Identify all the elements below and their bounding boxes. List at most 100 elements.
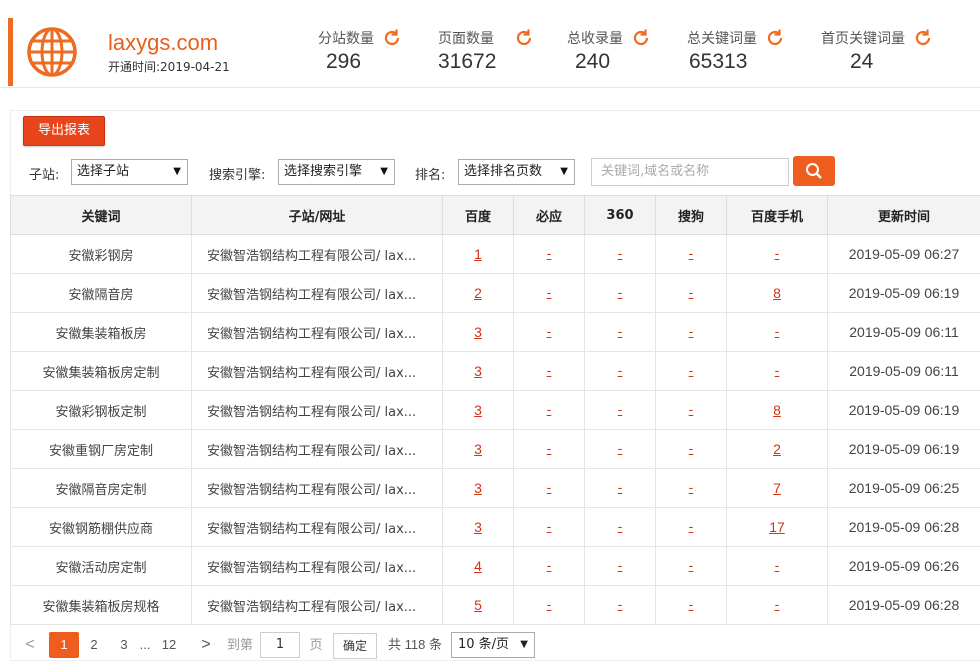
substation-select[interactable]: 选择子站 ▼: [71, 159, 188, 185]
stat-value: 240: [575, 50, 611, 73]
table-row: 安徽彩钢房 安徽智浩钢结构工程有限公司/ lax... 1 - - - - 2019-05-0…: [10, 234, 980, 274]
site-cell: 安徽智浩钢结构工程有限公司/ lax...: [191, 585, 443, 625]
rank-360-link[interactable]: -: [618, 559, 623, 574]
sogou-rank-link[interactable]: -: [689, 286, 694, 301]
caret-down-icon: ▼: [520, 639, 528, 650]
next-page-button[interactable]: >: [198, 632, 214, 658]
bing-rank-link[interactable]: -: [547, 364, 552, 379]
bing-rank-link[interactable]: -: [547, 442, 552, 457]
goto-page-input[interactable]: 1: [260, 632, 300, 658]
rank-select[interactable]: 选择排名页数 ▼: [458, 159, 575, 185]
page-3-button[interactable]: 3: [114, 632, 134, 658]
bing-rank-link[interactable]: -: [547, 286, 552, 301]
bing-rank-link[interactable]: -: [547, 247, 552, 262]
table-row: 安徽集装箱板房定制 安徽智浩钢结构工程有限公司/ lax... 3 - - - - 2019-…: [10, 351, 980, 391]
site-cell: 安徽智浩钢结构工程有限公司/ lax...: [191, 507, 443, 547]
refresh-icon[interactable]: [765, 28, 785, 48]
refresh-icon[interactable]: [514, 28, 534, 48]
baidu-rank-cell: 2: [442, 273, 514, 313]
refresh-icon[interactable]: [382, 28, 402, 48]
stat-value: 24: [850, 50, 874, 73]
baidu-mobile-rank-link[interactable]: -: [775, 598, 780, 613]
rank-360-link[interactable]: -: [618, 286, 623, 301]
rank-360-link[interactable]: -: [618, 481, 623, 496]
stat-label: 页面数量: [438, 31, 494, 47]
baidu-rank-link[interactable]: 2: [474, 285, 482, 301]
site-cell: 安徽智浩钢结构工程有限公司/ lax...: [191, 234, 443, 274]
pager-ellipsis: ...: [139, 637, 151, 652]
page-1-button[interactable]: 1: [49, 632, 79, 658]
sogou-rank-link[interactable]: -: [689, 520, 694, 535]
site-header: laxygs.com 开通时间:2019-04-21 分站数量 296 页面数量…: [0, 0, 980, 88]
rank-360-link[interactable]: -: [618, 403, 623, 418]
bing-rank-link[interactable]: -: [547, 403, 552, 418]
page-size-select[interactable]: 10 条/页 ▼: [451, 632, 535, 658]
col-site: 子站/网址: [191, 195, 443, 235]
stat-home-keywords: 首页关键词量 24: [821, 28, 933, 74]
baidu-rank-link[interactable]: 3: [474, 402, 482, 418]
baidu-mobile-rank-link[interactable]: 2: [773, 441, 781, 457]
search-input[interactable]: 关键词,域名或名称: [591, 158, 789, 186]
prev-page-button[interactable]: <: [22, 632, 38, 658]
rank-360-link[interactable]: -: [618, 442, 623, 457]
rank-select-value: 选择排名页数: [464, 164, 543, 179]
baidu-rank-link[interactable]: 1: [474, 246, 482, 262]
baidu-rank-link[interactable]: 3: [474, 441, 482, 457]
baidu-rank-link[interactable]: 3: [474, 480, 482, 496]
update-time-cell: 2019-05-09 06:19: [827, 390, 980, 430]
sogou-rank-link[interactable]: -: [689, 598, 694, 613]
rank-360-link[interactable]: -: [618, 364, 623, 379]
rank-360-cell: -: [584, 429, 656, 469]
keyword-cell: 安徽隔音房定制: [10, 468, 192, 508]
baidu-rank-link[interactable]: 3: [474, 363, 482, 379]
page-12-button[interactable]: 12: [158, 632, 180, 658]
engine-select[interactable]: 选择搜索引擎 ▼: [278, 159, 395, 185]
baidu-rank-link[interactable]: 3: [474, 519, 482, 535]
caret-down-icon: ▼: [560, 166, 568, 177]
rank-360-link[interactable]: -: [618, 520, 623, 535]
baidu-mobile-rank-cell: -: [726, 585, 828, 625]
keyword-cell: 安徽隔音房: [10, 273, 192, 313]
engine-label: 搜索引擎:: [209, 168, 266, 183]
baidu-mobile-rank-cell: -: [726, 312, 828, 352]
goto-confirm-button[interactable]: 确定: [333, 633, 377, 659]
baidu-mobile-rank-link[interactable]: 8: [773, 402, 781, 418]
export-report-button[interactable]: 导出报表: [23, 116, 105, 146]
baidu-mobile-rank-link[interactable]: 17: [769, 519, 785, 535]
bing-rank-link[interactable]: -: [547, 325, 552, 340]
sogou-rank-link[interactable]: -: [689, 481, 694, 496]
rank-360-link[interactable]: -: [618, 247, 623, 262]
baidu-mobile-rank-link[interactable]: -: [775, 325, 780, 340]
sogou-rank-link[interactable]: -: [689, 559, 694, 574]
refresh-icon[interactable]: [913, 28, 933, 48]
baidu-mobile-rank-link[interactable]: -: [775, 247, 780, 262]
table-row: 安徽活动房定制 安徽智浩钢结构工程有限公司/ lax... 4 - - - - 2019-05…: [10, 546, 980, 586]
baidu-mobile-rank-cell: 8: [726, 273, 828, 313]
refresh-icon[interactable]: [631, 28, 651, 48]
keyword-cell: 安徽集装箱板房定制: [10, 351, 192, 391]
update-time-cell: 2019-05-09 06:27: [827, 234, 980, 274]
search-button[interactable]: [793, 156, 835, 186]
sogou-rank-link[interactable]: -: [689, 442, 694, 457]
baidu-rank-link[interactable]: 3: [474, 324, 482, 340]
baidu-mobile-rank-link[interactable]: 8: [773, 285, 781, 301]
bing-rank-link[interactable]: -: [547, 598, 552, 613]
baidu-mobile-rank-link[interactable]: -: [775, 364, 780, 379]
baidu-rank-link[interactable]: 4: [474, 558, 482, 574]
rank-360-link[interactable]: -: [618, 325, 623, 340]
pagination: < 1 2 3 ... 12 > 到第 1 页 确定 共 118 条 10 条/…: [0, 632, 980, 659]
baidu-mobile-rank-link[interactable]: -: [775, 559, 780, 574]
sogou-rank-cell: -: [655, 312, 727, 352]
page-2-button[interactable]: 2: [84, 632, 104, 658]
rank-360-link[interactable]: -: [618, 598, 623, 613]
bing-rank-link[interactable]: -: [547, 481, 552, 496]
keyword-cell: 安徽钢筋棚供应商: [10, 507, 192, 547]
sogou-rank-link[interactable]: -: [689, 325, 694, 340]
baidu-rank-link[interactable]: 5: [474, 597, 482, 613]
baidu-mobile-rank-link[interactable]: 7: [773, 480, 781, 496]
sogou-rank-link[interactable]: -: [689, 247, 694, 262]
sogou-rank-link[interactable]: -: [689, 364, 694, 379]
sogou-rank-link[interactable]: -: [689, 403, 694, 418]
bing-rank-link[interactable]: -: [547, 520, 552, 535]
bing-rank-link[interactable]: -: [547, 559, 552, 574]
